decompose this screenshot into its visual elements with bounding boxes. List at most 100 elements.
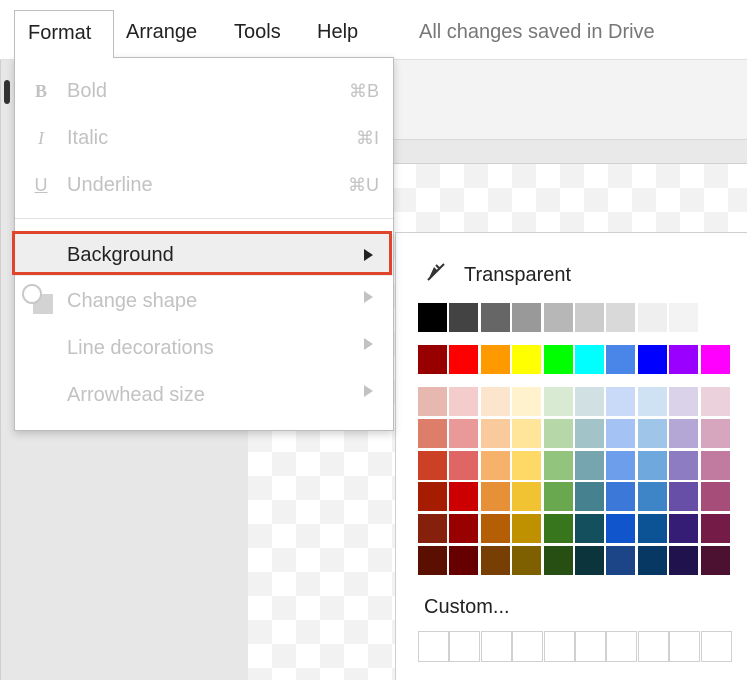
custom-color-slot[interactable] [418, 631, 449, 662]
menu-item-background[interactable]: Background [15, 234, 393, 276]
color-swatch[interactable] [606, 345, 636, 374]
color-swatch[interactable] [543, 418, 573, 448]
color-swatch[interactable] [575, 450, 604, 480]
menu-item-bold[interactable]: B Bold ⌘B [15, 68, 393, 114]
color-swatch[interactable] [606, 303, 636, 332]
color-swatch[interactable] [700, 514, 730, 544]
color-swatch[interactable] [575, 387, 604, 416]
color-swatch[interactable] [669, 303, 699, 332]
color-swatch[interactable] [700, 418, 730, 448]
custom-color-slot[interactable] [700, 631, 732, 662]
custom-color-slot[interactable] [449, 631, 481, 662]
menu-format[interactable]: Format [14, 10, 114, 58]
color-swatch[interactable] [700, 345, 730, 374]
color-swatch[interactable] [606, 514, 636, 544]
color-swatch[interactable] [575, 482, 604, 512]
color-swatch[interactable] [669, 514, 699, 544]
color-swatch[interactable] [700, 387, 730, 416]
custom-color-slot[interactable] [606, 631, 638, 662]
custom-color-slot[interactable] [669, 631, 701, 662]
color-swatch[interactable] [575, 514, 604, 544]
color-swatch[interactable] [512, 450, 542, 480]
color-swatch[interactable] [669, 482, 699, 512]
color-swatch[interactable] [543, 345, 573, 374]
color-swatch[interactable] [480, 303, 510, 332]
color-swatch[interactable] [700, 546, 730, 575]
color-swatch[interactable] [418, 482, 447, 512]
color-swatch[interactable] [543, 387, 573, 416]
color-swatch[interactable] [449, 450, 479, 480]
color-swatch[interactable] [669, 387, 699, 416]
color-swatch[interactable] [543, 303, 573, 332]
custom-color-slot[interactable] [637, 631, 669, 662]
custom-color-label[interactable]: Custom... [424, 593, 510, 621]
menu-arrange[interactable]: Arrange [114, 12, 209, 52]
color-swatch[interactable] [418, 546, 447, 575]
menu-help[interactable]: Help [305, 12, 370, 52]
color-swatch[interactable] [637, 482, 667, 512]
color-swatch[interactable] [418, 345, 447, 374]
color-swatch[interactable] [418, 450, 447, 480]
color-swatch[interactable] [480, 482, 510, 512]
color-swatch[interactable] [606, 482, 636, 512]
color-swatch[interactable] [512, 345, 542, 374]
color-swatch[interactable] [606, 546, 636, 575]
color-swatch[interactable] [637, 546, 667, 575]
color-swatch[interactable] [669, 546, 699, 575]
color-swatch[interactable] [512, 303, 542, 332]
color-swatch[interactable] [543, 514, 573, 544]
color-swatch[interactable] [543, 546, 573, 575]
color-swatch[interactable] [637, 303, 667, 332]
color-swatch[interactable] [575, 345, 604, 374]
color-swatch[interactable] [606, 450, 636, 480]
custom-color-slot[interactable] [480, 631, 512, 662]
color-swatch[interactable] [480, 345, 510, 374]
color-swatch[interactable] [606, 387, 636, 416]
color-swatch[interactable] [449, 546, 479, 575]
menu-item-italic[interactable]: I Italic ⌘I [15, 115, 393, 161]
color-swatch[interactable] [512, 514, 542, 544]
color-swatch[interactable] [418, 418, 447, 448]
color-swatch[interactable] [480, 514, 510, 544]
color-swatch[interactable] [449, 482, 479, 512]
color-swatch[interactable] [637, 345, 667, 374]
color-swatch[interactable] [606, 418, 636, 448]
custom-color-slot[interactable] [575, 631, 606, 662]
color-swatch[interactable] [543, 482, 573, 512]
custom-color-slot[interactable] [512, 631, 544, 662]
menu-tools[interactable]: Tools [222, 12, 293, 52]
color-swatch[interactable] [575, 546, 604, 575]
color-swatch[interactable] [637, 387, 667, 416]
color-swatch[interactable] [543, 450, 573, 480]
color-swatch[interactable] [480, 418, 510, 448]
color-swatch[interactable] [418, 387, 447, 416]
color-swatch[interactable] [575, 303, 604, 332]
color-swatch[interactable] [418, 514, 447, 544]
color-swatch[interactable] [480, 450, 510, 480]
custom-color-slot[interactable] [543, 631, 575, 662]
color-swatch[interactable] [512, 387, 542, 416]
color-swatch[interactable] [700, 303, 730, 332]
color-swatch[interactable] [512, 418, 542, 448]
color-swatch[interactable] [449, 514, 479, 544]
color-swatch[interactable] [449, 345, 479, 374]
menu-item-underline[interactable]: U Underline ⌘U [15, 162, 393, 208]
color-swatch[interactable] [700, 450, 730, 480]
color-swatch[interactable] [449, 418, 479, 448]
color-swatch[interactable] [512, 482, 542, 512]
color-swatch[interactable] [700, 482, 730, 512]
color-swatch[interactable] [449, 387, 479, 416]
color-swatch[interactable] [575, 418, 604, 448]
color-swatch[interactable] [669, 418, 699, 448]
menu-item-change-shape[interactable]: Change shape [15, 278, 393, 324]
color-swatch[interactable] [480, 546, 510, 575]
color-swatch[interactable] [418, 303, 447, 332]
color-swatch[interactable] [637, 418, 667, 448]
menu-item-arrowhead-size[interactable]: Arrowhead size [15, 372, 393, 418]
color-swatch[interactable] [449, 303, 479, 332]
color-swatch[interactable] [637, 514, 667, 544]
color-swatch[interactable] [669, 345, 699, 374]
color-swatch[interactable] [512, 546, 542, 575]
color-swatch[interactable] [480, 387, 510, 416]
menu-item-line-decorations[interactable]: Line decorations [15, 325, 393, 371]
